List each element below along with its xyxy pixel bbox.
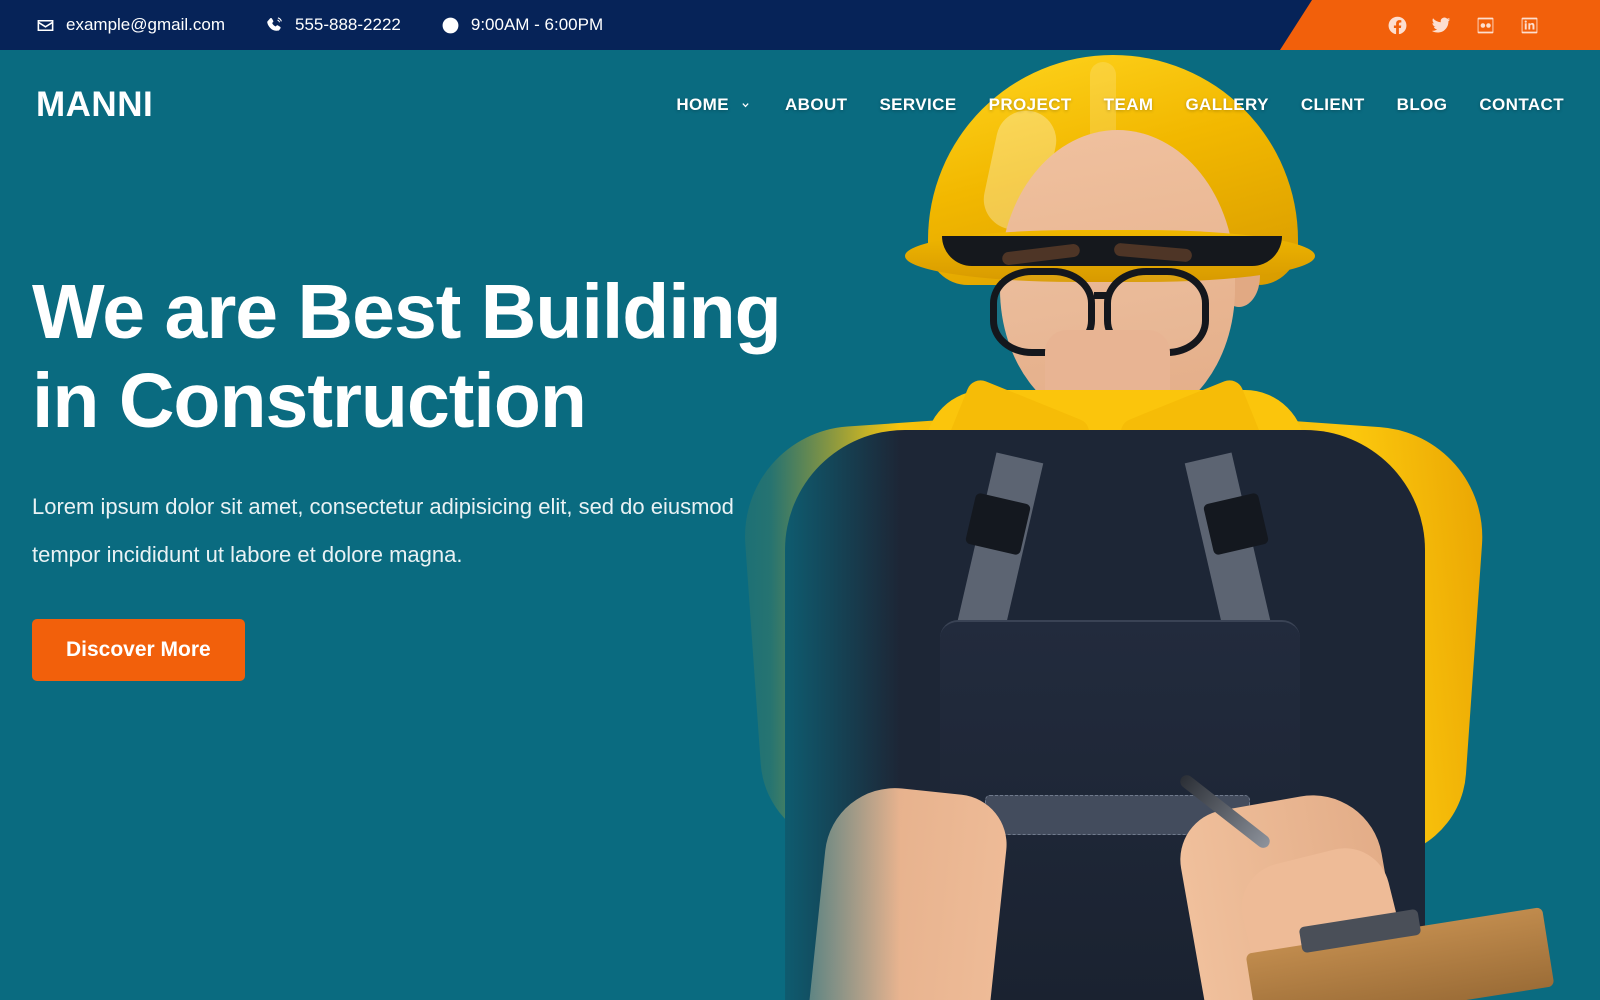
contact-phone-text: 555-888-2222 (294, 15, 401, 34)
nav-label-contact: CONTACT (1479, 95, 1564, 114)
chevron-down-icon (742, 102, 749, 107)
nav-label-team: TEAM (1103, 95, 1154, 114)
nav-item-client[interactable]: CLIENT (1285, 85, 1381, 125)
site-logo[interactable]: MANNI (36, 85, 153, 125)
nav-label-client: CLIENT (1300, 95, 1365, 114)
nav-label-home: HOME (676, 95, 729, 114)
contact-hours: 9:00AM - 6:00PM (441, 15, 603, 35)
nav-label-service: SERVICE (879, 95, 957, 114)
nav-item-gallery[interactable]: GALLERY (1169, 85, 1284, 125)
nav-item-project[interactable]: PROJECT (973, 85, 1088, 125)
nav-item-team[interactable]: TEAM (1088, 85, 1170, 125)
clock-icon (441, 16, 460, 35)
contact-email[interactable]: example@gmail.com (36, 15, 225, 35)
glasses-bridge (1094, 292, 1110, 299)
nav-item-contact[interactable]: CONTACT (1463, 85, 1564, 125)
page-title: We are Best Building in Construction (32, 268, 912, 447)
hero-subtitle: Lorem ipsum dolor sit amet, consectetur … (32, 493, 734, 568)
flickr-icon[interactable] (1474, 14, 1496, 36)
nav-label-blog: BLOG (1396, 95, 1448, 114)
facebook-icon[interactable] (1386, 14, 1408, 36)
contact-email-text: example@gmail.com (66, 15, 225, 34)
twitter-icon[interactable] (1430, 14, 1452, 36)
nav-label-about: ABOUT (784, 95, 848, 114)
hero-title-line-1: We are Best Building (32, 269, 782, 355)
hard-hat-band (942, 236, 1282, 266)
main-navbar: MANNI HOME ABOUT SERVICE PROJECT TEAM GA… (0, 50, 1600, 160)
envelope-icon (36, 16, 55, 35)
main-menu: HOME ABOUT SERVICE PROJECT TEAM GALLERY … (660, 85, 1564, 125)
nav-item-home[interactable]: HOME (660, 85, 769, 125)
linkedin-icon[interactable] (1518, 14, 1540, 36)
contact-info-list: example@gmail.com 555-888-2222 9:00AM - … (0, 15, 643, 35)
nav-item-about[interactable]: ABOUT (769, 85, 863, 125)
contact-phone[interactable]: 555-888-2222 (265, 15, 401, 35)
hero-title-line-2: in Construction (32, 358, 587, 445)
hero-content: We are Best Building in Construction Lor… (32, 268, 912, 682)
nav-label-project: PROJECT (988, 95, 1072, 114)
contact-hours-text: 9:00AM - 6:00PM (470, 15, 604, 34)
social-links (1386, 0, 1540, 50)
discover-more-button[interactable]: Discover More (32, 619, 245, 682)
top-utility-bar: example@gmail.com 555-888-2222 9:00AM - … (0, 0, 1600, 50)
nav-item-service[interactable]: SERVICE (863, 85, 972, 125)
phone-icon (265, 16, 284, 35)
nav-item-blog[interactable]: BLOG (1381, 85, 1464, 125)
nav-label-gallery: GALLERY (1185, 95, 1269, 114)
landing-page: example@gmail.com 555-888-2222 9:00AM - … (0, 0, 1600, 1000)
